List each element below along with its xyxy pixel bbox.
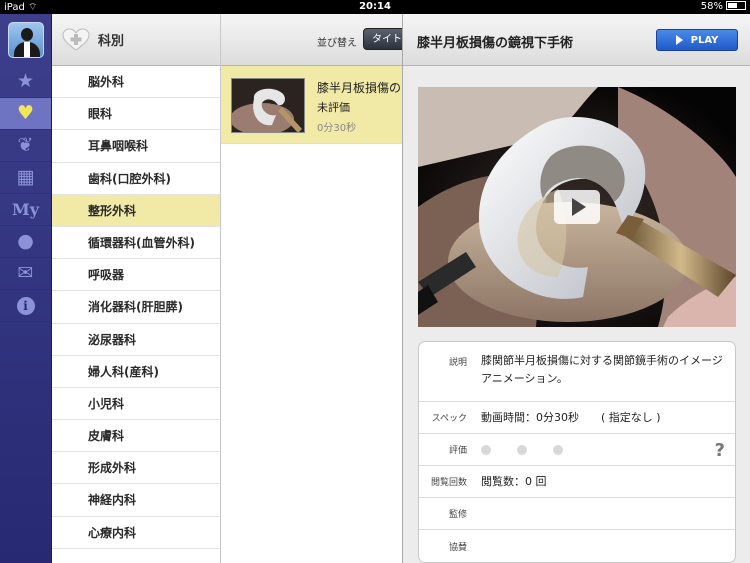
nav-my[interactable]: My	[0, 194, 51, 226]
department-item[interactable]: 循環器科(血管外科)	[52, 226, 220, 260]
department-item[interactable]: 耳鼻咽喉科	[52, 130, 220, 163]
rating-dot[interactable]	[553, 444, 563, 455]
mail-icon: ✉	[17, 262, 34, 284]
department-item[interactable]: 眼科	[52, 98, 220, 131]
person-icon: ●	[17, 230, 34, 252]
department-header: 科別	[52, 14, 220, 66]
supervision-label: 監修	[448, 510, 467, 520]
battery-status: 58%	[701, 1, 746, 12]
row-views: 閲覧回数 閲覧数：0 回	[419, 466, 735, 498]
row-sponsor: 協賛	[419, 530, 735, 562]
video-list-panel: 並び替え タイトル 膝半月板損傷の 未評価 0分30秒	[220, 14, 402, 563]
video-list-header: 並び替え タイトル	[221, 14, 402, 66]
department-item[interactable]: 皮膚科	[52, 420, 220, 453]
department-item[interactable]: 心療内科	[52, 516, 220, 549]
department-item[interactable]: 呼吸器	[52, 259, 220, 292]
rating-dot[interactable]	[481, 444, 491, 455]
help-icon[interactable]: ?	[715, 440, 725, 461]
heart-plus-icon: ♥	[16, 102, 35, 124]
rating-dot[interactable]	[517, 444, 527, 455]
department-item[interactable]: 脳外科	[52, 66, 220, 99]
sort-button[interactable]: タイトル	[363, 28, 402, 50]
row-rating: 評価 ?	[419, 434, 735, 466]
battery-icon	[726, 1, 746, 10]
views-value: 閲覧数：0 回	[481, 474, 547, 488]
views-label: 閲覧回数	[430, 478, 467, 488]
info-table: 説明 膝関節半月板損傷に対する関節鏡手術のイメージアニメーション。 スペック 動…	[418, 341, 736, 563]
my-icon: My	[11, 200, 39, 219]
row-supervision: 監修	[419, 498, 735, 530]
video-list-item[interactable]: 膝半月板損傷の 未評価 0分30秒	[221, 66, 402, 144]
video-duration: 0分30秒	[317, 123, 357, 134]
department-item[interactable]: 歯科(口腔外科)	[52, 162, 220, 195]
video-rating: 未評価	[317, 101, 350, 114]
video-play-button[interactable]	[554, 190, 600, 224]
sponsor-label: 協賛	[448, 542, 467, 553]
clapperboard-icon: ▦	[16, 166, 35, 188]
detail-title: 膝半月板損傷の鏡視下手術	[417, 36, 574, 51]
spec-value: 動画時間：0分30秒 ( 指定なし )	[481, 410, 661, 424]
play-icon	[571, 198, 586, 216]
department-item[interactable]: 泌尿器科	[52, 323, 220, 356]
star-icon: ★	[16, 70, 35, 92]
department-item[interactable]: 消化器科(肝胆膵)	[52, 291, 220, 324]
info-icon: i	[16, 296, 35, 315]
detail-panel: 膝半月板損傷の鏡視下手術 PLAY 説明 膝関節半月板損傷に対する関節鏡手術のイ…	[402, 14, 750, 563]
icon-sidebar: ★ ♥ ❦ ▦ My ● ✉ i	[0, 14, 52, 563]
row-description: 説明 膝関節半月板損傷に対する関節鏡手術のイメージアニメーション。	[419, 342, 735, 402]
department-item[interactable]: 整形外科	[52, 194, 220, 227]
rating-dots[interactable]	[471, 441, 735, 459]
department-item[interactable]: 小児科	[52, 387, 220, 421]
nav-departments[interactable]: ♥	[0, 98, 51, 130]
nav-favorites[interactable]: ★	[0, 66, 51, 98]
heart-plus-icon	[62, 27, 90, 52]
sort-label: 並び替え	[317, 38, 357, 49]
department-item[interactable]: 形成外科	[52, 452, 220, 485]
row-spec: スペック 動画時間：0分30秒 ( 指定なし )	[419, 402, 735, 434]
video-title: 膝半月板損傷の	[317, 81, 402, 95]
detail-header: 膝半月板損傷の鏡視下手術 PLAY	[403, 14, 750, 66]
play-label: PLAY	[690, 34, 719, 46]
spec-label: スペック	[431, 414, 467, 424]
organ-icon: ❦	[17, 134, 34, 156]
nav-videos[interactable]: ▦	[0, 162, 51, 194]
department-item[interactable]: 神経内科	[52, 484, 220, 517]
department-title: 科別	[98, 34, 125, 49]
avatar-button[interactable]	[0, 14, 51, 66]
play-icon	[675, 35, 683, 45]
description-value: 膝関節半月板損傷に対する関節鏡手術のイメージアニメーション。	[481, 354, 723, 385]
play-button[interactable]: PLAY	[656, 29, 738, 51]
department-item[interactable]: 婦人科(産科)	[52, 355, 220, 388]
nav-info[interactable]: i	[0, 290, 51, 322]
department-list: 脳外科 眼科 耳鼻咽喉科 歯科(口腔外科) 整形外科 循環器科(血管外科) 呼吸器 消化器科(…	[52, 66, 220, 549]
nav-organs[interactable]: ❦	[0, 130, 51, 162]
description-label: 説明	[448, 358, 467, 368]
rating-label: 評価	[448, 446, 467, 456]
clock: 20:14	[359, 1, 391, 12]
status-bar: iPad ⌔ 20:14 58%	[0, 0, 750, 14]
video-player[interactable]	[418, 87, 736, 327]
nav-mail[interactable]: ✉	[0, 258, 51, 290]
avatar	[7, 22, 44, 58]
video-thumbnail	[231, 78, 305, 133]
department-panel: 科別 脳外科 眼科 耳鼻咽喉科 歯科(口腔外科) 整形外科 循環器科(血管外科) 呼吸器 消化…	[52, 14, 220, 563]
nav-account[interactable]: ●	[0, 226, 51, 258]
